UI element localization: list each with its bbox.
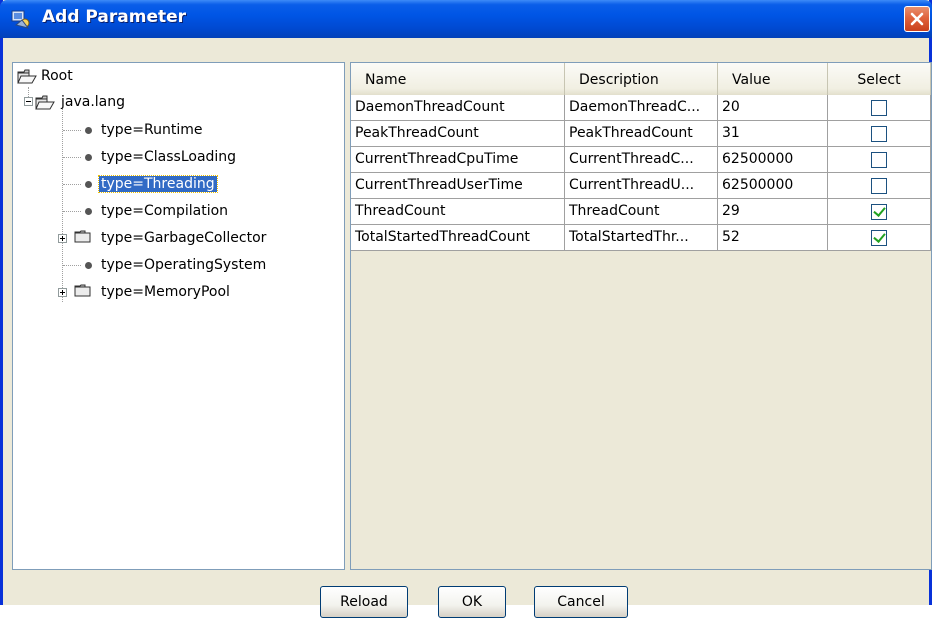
select-checkbox[interactable] [871, 99, 887, 116]
cell-name: CurrentThreadUserTime [351, 173, 565, 198]
button-bar: Reload OK Cancel [3, 570, 929, 618]
table-row[interactable]: CurrentThreadCpuTime CurrentThreadC... 625… [351, 147, 931, 173]
cell-name: DaemonThreadCount [351, 95, 565, 120]
cell-description: CurrentThreadC... [565, 147, 718, 172]
column-header-value[interactable]: Value [718, 63, 828, 95]
tree-line [63, 265, 81, 266]
folder-icon [74, 230, 91, 243]
cell-name: ThreadCount [351, 199, 565, 224]
table-row[interactable]: TotalStartedThreadCount TotalStartedThr..… [351, 225, 931, 251]
cell-value: 62500000 [718, 173, 828, 198]
cell-select [828, 95, 931, 120]
cell-select [828, 225, 931, 250]
select-checkbox[interactable] [871, 125, 887, 142]
tree-line [63, 157, 81, 158]
cell-description: ThreadCount [565, 199, 718, 224]
cell-select [828, 173, 931, 198]
tree-node-classloading[interactable]: type=ClassLoading [99, 146, 238, 168]
cell-select [828, 121, 931, 146]
mbean-leaf-icon [85, 262, 92, 269]
cell-value: 29 [718, 199, 828, 224]
select-checkbox-checked[interactable] [871, 203, 887, 220]
table-row[interactable]: PeakThreadCount PeakThreadCount 31 [351, 121, 931, 147]
mbean-leaf-icon [85, 208, 92, 215]
cell-select [828, 199, 931, 224]
tree-label: type=Compilation [101, 203, 229, 219]
cell-select [828, 147, 931, 172]
select-checkbox[interactable] [871, 177, 887, 194]
cell-name: PeakThreadCount [351, 121, 565, 146]
close-button[interactable] [904, 6, 930, 32]
title-bar[interactable]: Add Parameter [0, 0, 932, 38]
app-icon [11, 10, 30, 29]
tree-node-root[interactable]: Root [17, 65, 75, 87]
window-title: Add Parameter [42, 7, 187, 27]
cell-value: 62500000 [718, 147, 828, 172]
table-body: DaemonThreadCount DaemonThreadC... 20 PeakT… [351, 95, 931, 251]
cell-value: 20 [718, 95, 828, 120]
mbean-leaf-icon [85, 154, 92, 161]
cell-value: 52 [718, 225, 828, 250]
tree-node-memorypool[interactable]: type=MemoryPool [99, 281, 232, 303]
tree-node-compilation[interactable]: type=Compilation [99, 200, 230, 222]
column-header-select[interactable]: Select [828, 63, 931, 95]
tree-node-threading[interactable]: type=Threading [98, 173, 218, 195]
column-header-description[interactable]: Description [565, 63, 718, 95]
cancel-button[interactable]: Cancel [534, 586, 628, 618]
open-folder-icon [17, 69, 37, 83]
cell-description: CurrentThreadU... [565, 173, 718, 198]
tree-label: type=OperatingSystem [101, 257, 267, 273]
attributes-table[interactable]: Name Description Value Select DaemonThre… [350, 62, 932, 570]
expand-toggle[interactable] [58, 288, 67, 297]
table-row[interactable]: CurrentThreadUserTime CurrentThreadU... 62… [351, 173, 931, 199]
cell-name: TotalStartedThreadCount [351, 225, 565, 250]
select-checkbox[interactable] [871, 151, 887, 168]
open-folder-icon [35, 95, 55, 109]
tree-label: type=Runtime [101, 122, 203, 138]
tree-label: type=GarbageCollector [101, 230, 267, 246]
tree-line [63, 184, 81, 185]
cell-name: CurrentThreadCpuTime [351, 147, 565, 172]
tree-node-garbagecollector[interactable]: type=GarbageCollector [99, 227, 268, 249]
expand-toggle[interactable] [58, 234, 67, 243]
tree-line [62, 109, 63, 302]
tree-label-java-lang: java.lang [61, 94, 126, 110]
cell-description: PeakThreadCount [565, 121, 718, 146]
tree-node-java-lang[interactable]: java.lang [35, 91, 127, 113]
table-row[interactable]: ThreadCount ThreadCount 29 [351, 199, 931, 225]
mbean-leaf-icon [85, 181, 92, 188]
tree-label: type=MemoryPool [101, 284, 230, 300]
select-checkbox-checked[interactable] [871, 229, 887, 246]
close-icon [910, 12, 924, 26]
table-row[interactable]: DaemonThreadCount DaemonThreadC... 20 [351, 95, 931, 121]
reload-button[interactable]: Reload [320, 586, 408, 618]
tree-label-selected: type=Threading [98, 175, 218, 193]
cell-description: TotalStartedThr... [565, 225, 718, 250]
tree-node-operatingsystem[interactable]: type=OperatingSystem [99, 254, 268, 276]
tree-label-root: Root [41, 68, 73, 84]
cell-value: 31 [718, 121, 828, 146]
cell-description: DaemonThreadC... [565, 95, 718, 120]
tree-line [63, 130, 81, 131]
tree-line [28, 87, 29, 97]
ok-button[interactable]: OK [438, 586, 506, 618]
mbean-leaf-icon [85, 127, 92, 134]
column-header-name[interactable]: Name [351, 63, 565, 95]
folder-icon [74, 284, 91, 297]
tree-node-runtime[interactable]: type=Runtime [99, 119, 204, 141]
collapse-toggle[interactable] [24, 97, 33, 106]
table-header: Name Description Value Select [351, 63, 931, 96]
tree-label: type=ClassLoading [101, 149, 237, 165]
add-parameter-dialog: Add Parameter Root java.lang type=Runtim… [0, 0, 932, 618]
tree-line [63, 211, 81, 212]
mbean-tree[interactable]: Root java.lang type=Runtime type=ClassLo… [12, 62, 345, 570]
